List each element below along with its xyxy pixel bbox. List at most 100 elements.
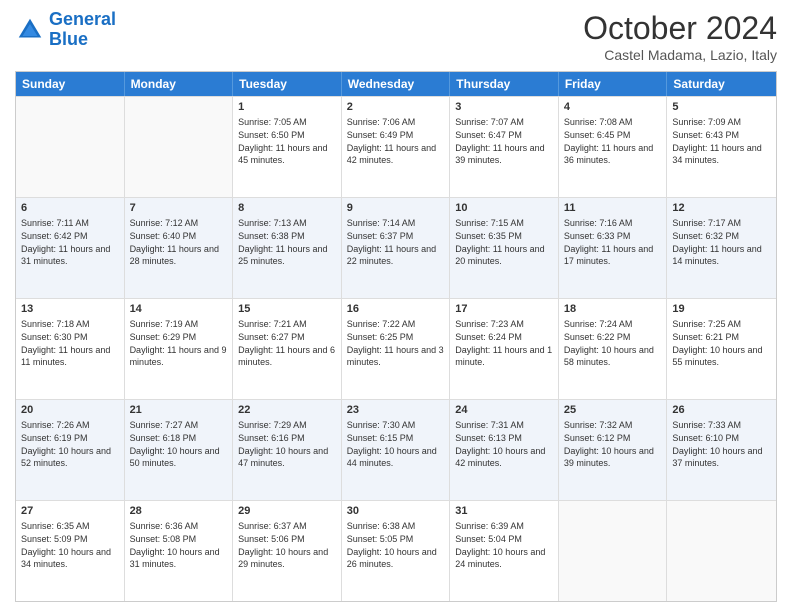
cell-info: Sunrise: 7:07 AMSunset: 6:47 PMDaylight:… [455, 116, 553, 166]
day-number: 7 [130, 201, 228, 216]
cell-info: Sunrise: 6:36 AMSunset: 5:08 PMDaylight:… [130, 520, 228, 570]
header: General Blue October 2024 Castel Madama,… [15, 10, 777, 63]
day-number: 8 [238, 201, 336, 216]
cell-info: Sunrise: 6:37 AMSunset: 5:06 PMDaylight:… [238, 520, 336, 570]
cal-cell-5-5: 31Sunrise: 6:39 AMSunset: 5:04 PMDayligh… [450, 501, 559, 601]
day-number: 19 [672, 302, 771, 317]
week-row-3: 13Sunrise: 7:18 AMSunset: 6:30 PMDayligh… [16, 298, 776, 399]
day-number: 14 [130, 302, 228, 317]
cell-info: Sunrise: 6:39 AMSunset: 5:04 PMDaylight:… [455, 520, 553, 570]
week-row-1: 1Sunrise: 7:05 AMSunset: 6:50 PMDaylight… [16, 96, 776, 197]
day-number: 10 [455, 201, 553, 216]
cell-info: Sunrise: 7:29 AMSunset: 6:16 PMDaylight:… [238, 419, 336, 469]
cal-cell-5-2: 28Sunrise: 6:36 AMSunset: 5:08 PMDayligh… [125, 501, 234, 601]
day-number: 22 [238, 403, 336, 418]
cell-info: Sunrise: 7:24 AMSunset: 6:22 PMDaylight:… [564, 318, 662, 368]
cal-cell-2-1: 6Sunrise: 7:11 AMSunset: 6:42 PMDaylight… [16, 198, 125, 298]
day-number: 23 [347, 403, 445, 418]
cell-info: Sunrise: 7:11 AMSunset: 6:42 PMDaylight:… [21, 217, 119, 267]
main-title: October 2024 [583, 10, 777, 47]
header-day-friday: Friday [559, 72, 668, 96]
day-number: 18 [564, 302, 662, 317]
logo-line1: General [49, 9, 116, 29]
cal-cell-3-5: 17Sunrise: 7:23 AMSunset: 6:24 PMDayligh… [450, 299, 559, 399]
cal-cell-3-1: 13Sunrise: 7:18 AMSunset: 6:30 PMDayligh… [16, 299, 125, 399]
cell-info: Sunrise: 7:30 AMSunset: 6:15 PMDaylight:… [347, 419, 445, 469]
header-day-monday: Monday [125, 72, 234, 96]
day-number: 9 [347, 201, 445, 216]
cell-info: Sunrise: 7:13 AMSunset: 6:38 PMDaylight:… [238, 217, 336, 267]
cell-info: Sunrise: 7:14 AMSunset: 6:37 PMDaylight:… [347, 217, 445, 267]
logo-icon [15, 15, 45, 45]
week-row-4: 20Sunrise: 7:26 AMSunset: 6:19 PMDayligh… [16, 399, 776, 500]
cell-info: Sunrise: 6:35 AMSunset: 5:09 PMDaylight:… [21, 520, 119, 570]
cal-cell-1-4: 2Sunrise: 7:06 AMSunset: 6:49 PMDaylight… [342, 97, 451, 197]
logo: General Blue [15, 10, 116, 50]
page: General Blue October 2024 Castel Madama,… [0, 0, 792, 612]
cell-info: Sunrise: 7:19 AMSunset: 6:29 PMDaylight:… [130, 318, 228, 368]
day-number: 6 [21, 201, 119, 216]
day-number: 29 [238, 504, 336, 519]
cell-info: Sunrise: 7:12 AMSunset: 6:40 PMDaylight:… [130, 217, 228, 267]
cell-info: Sunrise: 7:17 AMSunset: 6:32 PMDaylight:… [672, 217, 771, 267]
cal-cell-5-7 [667, 501, 776, 601]
day-number: 3 [455, 100, 553, 115]
cal-cell-3-6: 18Sunrise: 7:24 AMSunset: 6:22 PMDayligh… [559, 299, 668, 399]
cal-cell-5-3: 29Sunrise: 6:37 AMSunset: 5:06 PMDayligh… [233, 501, 342, 601]
day-number: 2 [347, 100, 445, 115]
cal-cell-3-4: 16Sunrise: 7:22 AMSunset: 6:25 PMDayligh… [342, 299, 451, 399]
day-number: 28 [130, 504, 228, 519]
cell-info: Sunrise: 6:38 AMSunset: 5:05 PMDaylight:… [347, 520, 445, 570]
cell-info: Sunrise: 7:25 AMSunset: 6:21 PMDaylight:… [672, 318, 771, 368]
day-number: 25 [564, 403, 662, 418]
cal-cell-4-4: 23Sunrise: 7:30 AMSunset: 6:15 PMDayligh… [342, 400, 451, 500]
cal-cell-5-4: 30Sunrise: 6:38 AMSunset: 5:05 PMDayligh… [342, 501, 451, 601]
cal-cell-3-2: 14Sunrise: 7:19 AMSunset: 6:29 PMDayligh… [125, 299, 234, 399]
cal-cell-1-6: 4Sunrise: 7:08 AMSunset: 6:45 PMDaylight… [559, 97, 668, 197]
day-number: 17 [455, 302, 553, 317]
calendar: SundayMondayTuesdayWednesdayThursdayFrid… [15, 71, 777, 602]
cal-cell-4-3: 22Sunrise: 7:29 AMSunset: 6:16 PMDayligh… [233, 400, 342, 500]
day-number: 11 [564, 201, 662, 216]
cal-cell-2-6: 11Sunrise: 7:16 AMSunset: 6:33 PMDayligh… [559, 198, 668, 298]
week-row-2: 6Sunrise: 7:11 AMSunset: 6:42 PMDaylight… [16, 197, 776, 298]
day-number: 5 [672, 100, 771, 115]
subtitle: Castel Madama, Lazio, Italy [583, 47, 777, 63]
cal-cell-2-3: 8Sunrise: 7:13 AMSunset: 6:38 PMDaylight… [233, 198, 342, 298]
cell-info: Sunrise: 7:26 AMSunset: 6:19 PMDaylight:… [21, 419, 119, 469]
header-day-sunday: Sunday [16, 72, 125, 96]
cell-info: Sunrise: 7:23 AMSunset: 6:24 PMDaylight:… [455, 318, 553, 368]
cal-cell-1-5: 3Sunrise: 7:07 AMSunset: 6:47 PMDaylight… [450, 97, 559, 197]
day-number: 15 [238, 302, 336, 317]
cell-info: Sunrise: 7:31 AMSunset: 6:13 PMDaylight:… [455, 419, 553, 469]
day-number: 12 [672, 201, 771, 216]
cell-info: Sunrise: 7:08 AMSunset: 6:45 PMDaylight:… [564, 116, 662, 166]
cal-cell-2-5: 10Sunrise: 7:15 AMSunset: 6:35 PMDayligh… [450, 198, 559, 298]
logo-text: General Blue [49, 10, 116, 50]
header-day-tuesday: Tuesday [233, 72, 342, 96]
cell-info: Sunrise: 7:09 AMSunset: 6:43 PMDaylight:… [672, 116, 771, 166]
cell-info: Sunrise: 7:05 AMSunset: 6:50 PMDaylight:… [238, 116, 336, 166]
cal-cell-4-1: 20Sunrise: 7:26 AMSunset: 6:19 PMDayligh… [16, 400, 125, 500]
cell-info: Sunrise: 7:18 AMSunset: 6:30 PMDaylight:… [21, 318, 119, 368]
cal-cell-4-2: 21Sunrise: 7:27 AMSunset: 6:18 PMDayligh… [125, 400, 234, 500]
cell-info: Sunrise: 7:22 AMSunset: 6:25 PMDaylight:… [347, 318, 445, 368]
cal-cell-1-3: 1Sunrise: 7:05 AMSunset: 6:50 PMDaylight… [233, 97, 342, 197]
week-row-5: 27Sunrise: 6:35 AMSunset: 5:09 PMDayligh… [16, 500, 776, 601]
cal-cell-4-6: 25Sunrise: 7:32 AMSunset: 6:12 PMDayligh… [559, 400, 668, 500]
cal-cell-1-2 [125, 97, 234, 197]
day-number: 30 [347, 504, 445, 519]
cal-cell-2-2: 7Sunrise: 7:12 AMSunset: 6:40 PMDaylight… [125, 198, 234, 298]
cell-info: Sunrise: 7:33 AMSunset: 6:10 PMDaylight:… [672, 419, 771, 469]
calendar-body: 1Sunrise: 7:05 AMSunset: 6:50 PMDaylight… [16, 96, 776, 601]
cal-cell-5-1: 27Sunrise: 6:35 AMSunset: 5:09 PMDayligh… [16, 501, 125, 601]
cal-cell-3-3: 15Sunrise: 7:21 AMSunset: 6:27 PMDayligh… [233, 299, 342, 399]
day-number: 27 [21, 504, 119, 519]
logo-line2: Blue [49, 29, 88, 49]
title-block: October 2024 Castel Madama, Lazio, Italy [583, 10, 777, 63]
header-day-saturday: Saturday [667, 72, 776, 96]
day-number: 4 [564, 100, 662, 115]
day-number: 16 [347, 302, 445, 317]
day-number: 21 [130, 403, 228, 418]
cell-info: Sunrise: 7:32 AMSunset: 6:12 PMDaylight:… [564, 419, 662, 469]
